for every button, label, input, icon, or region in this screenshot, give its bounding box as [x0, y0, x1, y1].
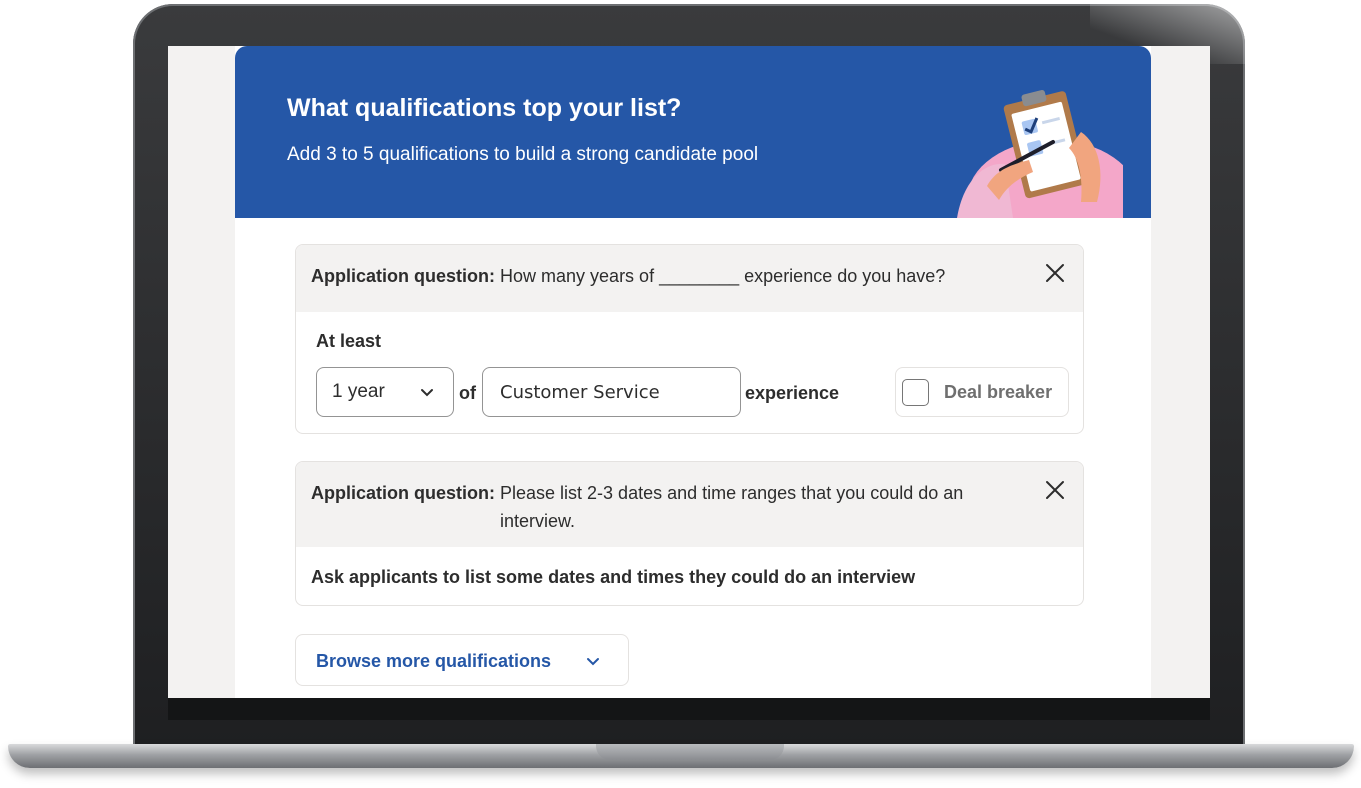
application-question-text: How many years of ________ experience do… — [500, 266, 946, 286]
laptop-screen: What qualifications top your list? Add 3… — [168, 46, 1210, 698]
application-question-row: Application question: Please list 2-3 da… — [311, 479, 970, 535]
qualification-card-interview: Application question: Please list 2-3 da… — [295, 461, 1084, 606]
at-least-label: At least — [316, 331, 382, 351]
qualification-card-header: Application question: Please list 2-3 da… — [296, 462, 1083, 547]
years-select-value: 1 year — [332, 381, 385, 402]
page-subtitle: Add 3 to 5 qualifications to build a str… — [287, 144, 759, 165]
browse-more-qualifications-button[interactable]: Browse more qualifications — [295, 634, 629, 686]
application-question-row: Application question: How many years of … — [311, 262, 945, 290]
laptop-base-notch — [596, 744, 784, 760]
deal-breaker-label: Deal breaker — [944, 382, 1053, 402]
deal-breaker-toggle[interactable]: Deal breaker — [895, 367, 1069, 417]
application-question-text: Please list 2-3 dates and time ranges th… — [500, 483, 964, 531]
years-select[interactable]: 1 year — [316, 367, 454, 417]
of-label: of — [459, 383, 476, 403]
clipboard-illustration — [957, 90, 1123, 218]
remove-qualification-button[interactable] — [1041, 476, 1069, 504]
application-question-label: Application question: — [311, 483, 495, 503]
application-question-label: Application question: — [311, 266, 495, 286]
hero-banner: What qualifications top your list? Add 3… — [235, 46, 1151, 218]
close-icon — [1046, 264, 1064, 282]
qualifications-page: What qualifications top your list? Add 3… — [235, 46, 1151, 698]
question-description: Ask applicants to list some dates and ti… — [311, 567, 916, 587]
browse-more-label: Browse more qualifications — [316, 651, 552, 671]
deal-breaker-checkbox[interactable] — [902, 379, 929, 406]
page-title: What qualifications top your list? — [287, 94, 682, 122]
screen-bottom-bezel — [168, 698, 1210, 720]
remove-qualification-button[interactable] — [1041, 259, 1069, 287]
close-icon — [1046, 481, 1064, 499]
chevron-down-icon — [421, 389, 433, 397]
experience-label: experience — [745, 383, 840, 403]
qualification-card-experience: Application question: How many years of … — [295, 244, 1084, 434]
qualification-card-header: Application question: How many years of … — [296, 245, 1083, 312]
chevron-down-icon — [587, 658, 599, 666]
experience-field[interactable] — [482, 367, 741, 417]
